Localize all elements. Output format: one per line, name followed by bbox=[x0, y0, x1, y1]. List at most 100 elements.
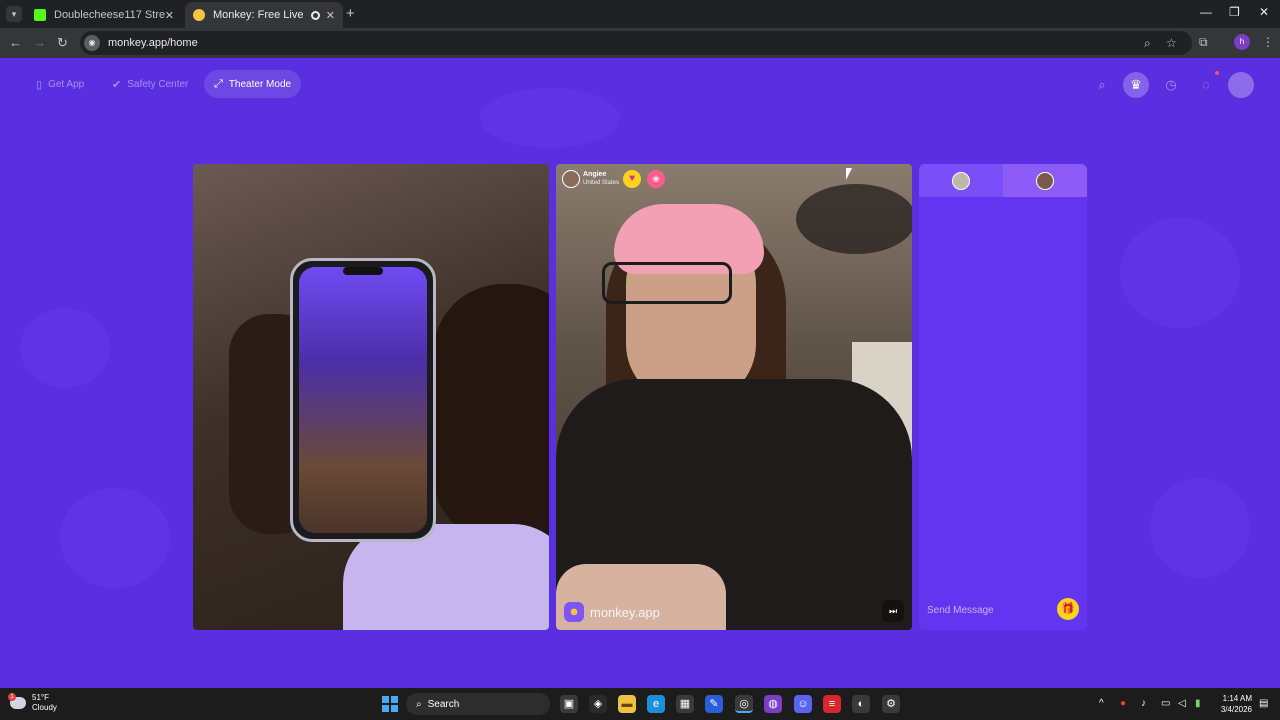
local-video bbox=[193, 164, 549, 630]
url-text: monkey.app/home bbox=[108, 37, 198, 49]
kick-favicon-icon bbox=[34, 9, 46, 21]
weather-widget[interactable]: 1 51°F Cloudy bbox=[8, 693, 57, 713]
mouse-cursor-icon bbox=[846, 168, 852, 180]
network-icon[interactable]: ▭ bbox=[1161, 698, 1170, 709]
microphone-icon[interactable]: ♪ bbox=[1141, 698, 1146, 709]
skip-icon[interactable]: ⏭ bbox=[882, 600, 904, 622]
back-icon[interactable]: ← bbox=[9, 35, 22, 50]
monkey-favicon-icon bbox=[193, 9, 205, 21]
search-icon: ⌕ bbox=[416, 698, 422, 710]
taskbar: 1 51°F Cloudy ⌕ Search ▣ ◈ ▬ e ▦ ✎ ◎ ◍ ☺… bbox=[0, 688, 1280, 720]
theater-mode-button[interactable]: ⤢ Theater Mode bbox=[204, 70, 302, 98]
background-decoration bbox=[480, 88, 620, 148]
tab-search-button[interactable]: ▾ bbox=[6, 6, 22, 22]
file-explorer-icon[interactable]: ▬ bbox=[618, 695, 636, 713]
tray-overflow-icon[interactable]: ^ bbox=[1099, 698, 1104, 709]
safety-center-button[interactable]: ✔ Safety Center bbox=[102, 70, 198, 98]
start-button[interactable] bbox=[382, 696, 398, 712]
recording-indicator-icon bbox=[310, 10, 320, 20]
reload-icon[interactable]: ↻ bbox=[57, 35, 68, 51]
browser-menu-icon[interactable]: ⋮ bbox=[1262, 35, 1274, 49]
chat-bubble-icon[interactable]: ◌ bbox=[1193, 72, 1219, 98]
minimize-icon[interactable]: — bbox=[1200, 5, 1212, 19]
forward-icon[interactable]: → bbox=[33, 35, 46, 50]
notifications-icon[interactable]: ▤ bbox=[1259, 698, 1268, 709]
taskbar-search[interactable]: ⌕ Search bbox=[406, 693, 550, 715]
pinned-app-icon[interactable]: ◐ bbox=[852, 695, 870, 713]
podcast-app-icon[interactable]: ◍ bbox=[764, 695, 782, 713]
site-info-icon[interactable]: ◉ bbox=[84, 35, 100, 51]
remote-user-tag[interactable]: Angiee United States ♥ ❀ bbox=[562, 170, 666, 188]
tab-monkey-app[interactable]: Monkey: Free Live Video Ch ✕ bbox=[185, 2, 343, 28]
tab-strip: ▾ Doublecheese117 Stream - Wa ✕ Monkey: … bbox=[0, 0, 1280, 28]
video-phone-notch bbox=[343, 267, 383, 275]
chat-tab-remote[interactable] bbox=[1003, 164, 1087, 197]
chat-tab-self[interactable] bbox=[919, 164, 1003, 197]
cloud-icon: 1 bbox=[8, 693, 26, 709]
remote-user-avatar bbox=[562, 170, 580, 188]
get-app-label: Get App bbox=[48, 78, 85, 90]
video-person-shape bbox=[433, 284, 549, 544]
weather-condition: Cloudy bbox=[32, 703, 57, 712]
monkey-logo-icon: ☻ bbox=[564, 602, 584, 622]
tab-doublecheese-stream[interactable]: Doublecheese117 Stream - Wa ✕ bbox=[26, 2, 182, 28]
tab-title: Monkey: Free Live Video Ch bbox=[213, 9, 305, 21]
video-glasses-shape bbox=[602, 262, 732, 304]
background-decoration bbox=[1120, 218, 1240, 328]
crown-icon[interactable]: ♛ bbox=[1123, 72, 1149, 98]
video-phone-shape bbox=[290, 258, 436, 542]
get-app-button[interactable]: ▯ Get App bbox=[26, 70, 94, 98]
red-app-icon[interactable]: ≡ bbox=[823, 695, 841, 713]
history-icon[interactable]: ◷ bbox=[1158, 72, 1184, 98]
edge-icon[interactable]: e bbox=[647, 695, 665, 713]
remote-avatar bbox=[1036, 171, 1054, 190]
chrome-icon[interactable]: ◎ bbox=[735, 695, 753, 713]
browser-toolbar: ← → ↻ ◉ monkey.app/home ⌕ ☆ ⧉ h ⋮ bbox=[0, 28, 1280, 58]
new-tab-icon[interactable]: + bbox=[346, 5, 355, 22]
heart-badge-icon[interactable]: ♥ bbox=[623, 170, 642, 188]
self-avatar bbox=[952, 171, 970, 190]
store-icon[interactable]: ▦ bbox=[676, 695, 694, 713]
tab-title: Doublecheese117 Stream - Wa bbox=[54, 9, 165, 21]
shield-check-icon: ✔ bbox=[112, 78, 122, 91]
taskbar-search-label: Search bbox=[427, 698, 460, 710]
extensions-icon[interactable]: ⧉ bbox=[1199, 35, 1208, 50]
remote-video: Angiee United States ♥ ❀ ☻ monkey.app ⏭ bbox=[556, 164, 912, 630]
video-ceiling-fan-shape bbox=[796, 184, 912, 254]
task-view-icon[interactable]: ▣ bbox=[560, 695, 578, 713]
remote-user-name: Angiee bbox=[583, 171, 607, 178]
weather-alert-badge: 1 bbox=[8, 693, 16, 701]
close-tab-icon[interactable]: ✕ bbox=[165, 9, 174, 22]
address-bar[interactable]: ◉ monkey.app/home ⌕ ☆ bbox=[80, 31, 1192, 55]
zoom-icon[interactable]: ⌕ bbox=[1144, 36, 1151, 51]
clock-time: 1:14 AM bbox=[1222, 694, 1252, 703]
close-tab-icon[interactable]: ✕ bbox=[326, 9, 335, 22]
monkey-watermark: ☻ monkey.app bbox=[564, 602, 660, 622]
notification-dot bbox=[1215, 71, 1219, 75]
chat-input-bar: 🎁 bbox=[919, 590, 1087, 630]
clock-date: 3/4/2026 bbox=[1220, 705, 1252, 714]
settings-icon[interactable]: ⚙ bbox=[882, 695, 900, 713]
safety-center-label: Safety Center bbox=[127, 78, 189, 90]
remote-user-country: United States bbox=[583, 180, 620, 186]
send-message-input[interactable] bbox=[927, 604, 1047, 616]
discord-icon[interactable]: ☺ bbox=[794, 695, 812, 713]
profile-avatar[interactable]: h bbox=[1234, 34, 1250, 50]
battery-icon[interactable]: ▮ bbox=[1195, 698, 1201, 709]
restore-icon[interactable]: ❐ bbox=[1229, 5, 1240, 19]
close-window-icon[interactable]: ✕ bbox=[1259, 5, 1269, 19]
widgets-icon[interactable]: ◈ bbox=[589, 695, 607, 713]
bookmark-star-icon[interactable]: ☆ bbox=[1166, 36, 1177, 50]
gift-icon[interactable]: 🎁 bbox=[1057, 598, 1079, 620]
user-avatar[interactable] bbox=[1228, 72, 1254, 98]
theater-mode-label: Theater Mode bbox=[228, 78, 292, 90]
reaction-badge-icon[interactable]: ❀ bbox=[647, 170, 666, 188]
background-decoration bbox=[60, 488, 170, 588]
system-clock[interactable]: 1:14 AM 3/4/2026 bbox=[1208, 693, 1252, 715]
expand-icon: ⤢ bbox=[214, 77, 223, 90]
pen-app-icon[interactable]: ✎ bbox=[705, 695, 723, 713]
volume-icon[interactable]: ◁ bbox=[1178, 698, 1186, 709]
search-icon[interactable]: ⌕ bbox=[1089, 72, 1115, 98]
background-decoration bbox=[1150, 478, 1250, 578]
tray-app-icon[interactable]: ● bbox=[1120, 698, 1126, 709]
